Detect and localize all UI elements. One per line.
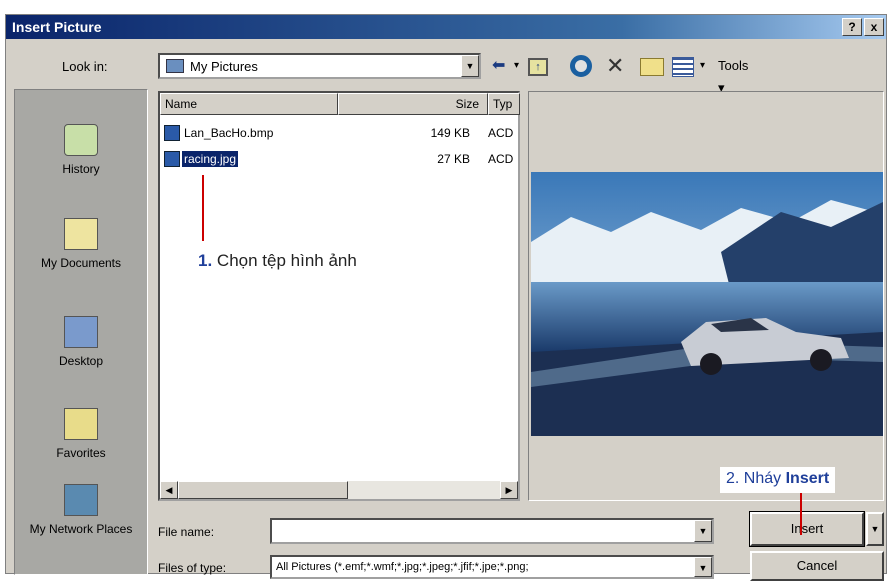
- desktop-icon: [64, 316, 98, 348]
- preview-image: [531, 172, 883, 436]
- look-in-dropdown[interactable]: My Pictures ▼: [158, 53, 481, 79]
- file-name: racing.jpg: [182, 151, 239, 167]
- look-in-value: My Pictures: [190, 59, 258, 74]
- insert-dropdown-icon[interactable]: ▼: [866, 512, 884, 546]
- column-header-type[interactable]: Typ: [488, 93, 520, 115]
- dialog-title: Insert Picture: [12, 19, 102, 35]
- annotation-step-2-bold: Insert: [785, 470, 830, 487]
- places-item-favorites[interactable]: Favorites: [15, 408, 147, 460]
- places-item-label: My Network Places: [29, 522, 133, 536]
- look-in-label: Look in:: [62, 59, 108, 74]
- search-web-icon[interactable]: [570, 55, 592, 77]
- chevron-down-icon[interactable]: ▼: [694, 557, 712, 577]
- tools-label: Tools: [718, 58, 749, 73]
- file-name: Lan_BacHo.bmp: [184, 126, 274, 140]
- chevron-down-icon[interactable]: ▼: [461, 55, 479, 77]
- file-type: ACD: [488, 126, 514, 140]
- places-item-history[interactable]: History: [15, 124, 147, 176]
- delete-icon[interactable]: ✕: [606, 55, 624, 77]
- places-item-network-places[interactable]: My Network Places: [15, 484, 147, 536]
- file-row[interactable]: Lan_BacHo.bmp 149 KB ACD: [160, 123, 518, 145]
- up-folder-icon[interactable]: ↑: [528, 58, 548, 76]
- annotation-step-2-text: 2. Nháy: [726, 470, 782, 487]
- files-of-type-value: All Pictures (*.emf;*.wmf;*.jpg;*.jpeg;*…: [276, 561, 529, 573]
- horizontal-scrollbar[interactable]: ◀ ▶: [160, 481, 518, 499]
- insert-picture-dialog: Insert Picture ? x Look in: My Pictures …: [5, 14, 887, 581]
- back-arrow-icon[interactable]: ⬅: [492, 55, 512, 77]
- chevron-down-icon[interactable]: ▼: [694, 520, 712, 542]
- history-icon: [64, 124, 98, 156]
- network-icon: [64, 484, 98, 516]
- annotation-step-2: 2. Nháy Insert: [720, 467, 836, 493]
- close-button[interactable]: x: [864, 18, 884, 36]
- column-header-name[interactable]: Name: [160, 93, 338, 115]
- favorites-folder-icon: [64, 408, 98, 440]
- file-row-selected[interactable]: racing.jpg 27 KB ACD: [160, 149, 518, 171]
- file-size: 27 KB: [437, 152, 470, 166]
- new-folder-icon[interactable]: [640, 58, 664, 76]
- image-file-icon: [164, 151, 180, 167]
- file-type: ACD: [488, 152, 514, 166]
- image-file-icon: [164, 125, 180, 141]
- folder-icon: [166, 59, 184, 73]
- files-of-type-label: Files of type:: [158, 561, 227, 575]
- documents-folder-icon: [64, 218, 98, 250]
- file-list: Name Size Typ Lan_BacHo.bmp 149 KB ACD r…: [158, 91, 520, 501]
- file-name-label: File name:: [158, 525, 215, 539]
- preview-pane: [528, 91, 884, 501]
- column-header-size[interactable]: Size: [338, 93, 488, 115]
- file-size: 149 KB: [430, 126, 470, 140]
- places-item-my-documents[interactable]: My Documents: [15, 218, 147, 270]
- help-button[interactable]: ?: [842, 18, 862, 36]
- back-dropdown-icon[interactable]: ▾: [514, 55, 519, 77]
- file-name-input[interactable]: ▼: [270, 518, 714, 544]
- views-dropdown-icon[interactable]: ▾: [700, 55, 705, 77]
- annotation-step-1-number: 1.: [198, 251, 213, 270]
- scroll-right-icon[interactable]: ▶: [500, 481, 518, 499]
- places-item-label: Favorites: [56, 446, 106, 460]
- tools-menu[interactable]: Tools ▾: [718, 55, 749, 95]
- places-item-label: History: [62, 162, 100, 176]
- places-item-label: Desktop: [58, 354, 104, 368]
- places-item-desktop[interactable]: Desktop: [15, 316, 147, 368]
- views-icon[interactable]: [672, 57, 694, 77]
- files-of-type-dropdown[interactable]: All Pictures (*.emf;*.wmf;*.jpg;*.jpeg;*…: [270, 555, 714, 579]
- annotation-pointer-line: [202, 175, 204, 241]
- annotation-pointer-line: [800, 493, 802, 535]
- cancel-button[interactable]: Cancel: [750, 551, 884, 581]
- title-bar: Insert Picture ? x: [6, 15, 886, 39]
- places-item-label: My Documents: [40, 256, 122, 270]
- annotation-step-1: 1. Chọn tệp hình ảnh: [198, 251, 357, 271]
- scroll-left-icon[interactable]: ◀: [160, 481, 178, 499]
- insert-button[interactable]: Insert: [749, 511, 865, 547]
- places-bar: History My Documents Desktop Favorites M…: [14, 89, 148, 575]
- scroll-thumb[interactable]: [178, 481, 348, 499]
- annotation-step-1-text: Chọn tệp hình ảnh: [216, 251, 357, 270]
